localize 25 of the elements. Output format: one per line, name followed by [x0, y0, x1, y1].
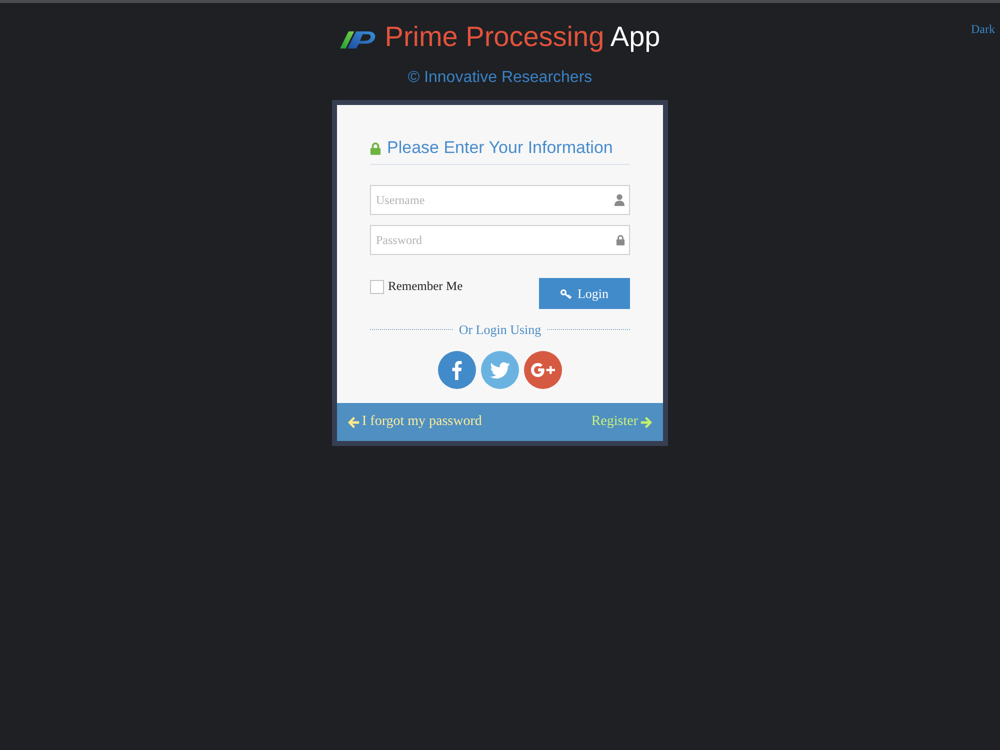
facebook-login-button[interactable]	[438, 351, 476, 389]
arrow-left-icon	[347, 416, 360, 428]
logo-icon	[340, 28, 376, 48]
dark-theme-link[interactable]: Dark	[971, 22, 995, 36]
register-link[interactable]: Register	[591, 414, 653, 430]
arrow-right-icon	[640, 416, 653, 428]
login-button[interactable]: Login	[539, 278, 630, 309]
g-plus-icon	[531, 363, 555, 377]
form-heading: Please Enter Your Information	[387, 138, 613, 158]
lock-icon	[370, 142, 381, 155]
remember-me-label: Remember Me	[388, 278, 463, 294]
password-field[interactable]: Password	[370, 225, 630, 255]
divider-label: Or Login Using	[458, 322, 542, 337]
bird-icon	[490, 362, 510, 378]
key-icon	[560, 288, 572, 298]
lock-icon	[616, 234, 625, 246]
copyright-text: © Innovative Researchers	[408, 68, 592, 88]
remember-me-checkbox[interactable]	[370, 280, 384, 294]
app-title: Prime Processing App	[384, 20, 660, 54]
letter-f-icon	[452, 360, 462, 380]
forgot-password-link[interactable]: I forgot my password	[347, 414, 482, 430]
username-field[interactable]: Username	[370, 185, 630, 215]
user-icon	[614, 194, 625, 206]
twitter-login-button[interactable]	[481, 351, 519, 389]
google-plus-login-button[interactable]	[524, 351, 562, 389]
